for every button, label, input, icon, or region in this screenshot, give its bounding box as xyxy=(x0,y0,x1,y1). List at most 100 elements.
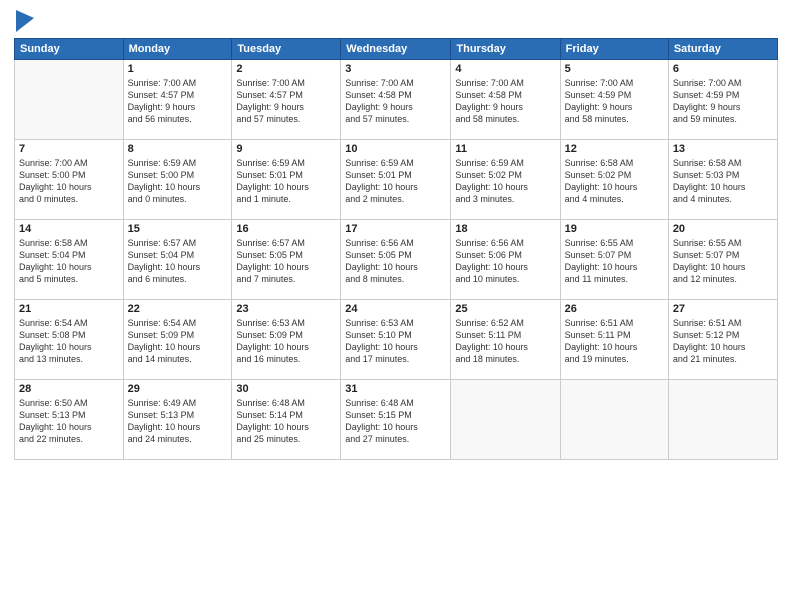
calendar-header-row: SundayMondayTuesdayWednesdayThursdayFrid… xyxy=(15,39,778,60)
calendar-cell: 7 Sunrise: 7:00 AM Sunset: 5:00 PM Daylig… xyxy=(15,140,124,220)
calendar-cell: 10Sunrise: 6:59 AM Sunset: 5:01 PM Dayli… xyxy=(341,140,451,220)
logo-icon xyxy=(16,10,34,32)
day-number: 22 xyxy=(128,303,228,315)
day-info: Sunrise: 6:49 AM Sunset: 5:13 PM Dayligh… xyxy=(128,397,228,446)
calendar-cell: 31Sunrise: 6:48 AM Sunset: 5:15 PM Dayli… xyxy=(341,380,451,460)
calendar-week-row: 21Sunrise: 6:54 AM Sunset: 5:08 PM Dayli… xyxy=(15,300,778,380)
day-info: Sunrise: 7:00 AM Sunset: 5:00 PM Dayligh… xyxy=(19,157,119,206)
day-info: Sunrise: 6:50 AM Sunset: 5:13 PM Dayligh… xyxy=(19,397,119,446)
day-number: 16 xyxy=(236,223,336,235)
day-number: 27 xyxy=(673,303,773,315)
day-info: Sunrise: 6:58 AM Sunset: 5:04 PM Dayligh… xyxy=(19,237,119,286)
logo xyxy=(14,10,34,32)
calendar-cell: 2 Sunrise: 7:00 AM Sunset: 4:57 PM Daylig… xyxy=(232,60,341,140)
calendar-cell: 8 Sunrise: 6:59 AM Sunset: 5:00 PM Daylig… xyxy=(123,140,232,220)
calendar-cell: 12 Sunrise: 6:58 AM Sunset: 5:02 PM Dayli… xyxy=(560,140,668,220)
day-info: Sunrise: 6:58 AM Sunset: 5:02 PM Dayligh… xyxy=(565,157,664,206)
calendar-cell: 24 Sunrise: 6:53 AM Sunset: 5:10 PM Dayli… xyxy=(341,300,451,380)
calendar-cell: 17 Sunrise: 6:56 AM Sunset: 5:05 PM Dayli… xyxy=(341,220,451,300)
day-info: Sunrise: 6:59 AM Sunset: 5:02 PM Dayligh… xyxy=(455,157,555,206)
day-number: 8 xyxy=(128,143,228,155)
day-info: Sunrise: 6:54 AM Sunset: 5:08 PM Dayligh… xyxy=(19,317,119,366)
day-number: 20 xyxy=(673,223,773,235)
day-number: 12 xyxy=(565,143,664,155)
calendar-header-monday: Monday xyxy=(123,39,232,60)
day-number: 18 xyxy=(455,223,555,235)
calendar-cell: 29 Sunrise: 6:49 AM Sunset: 5:13 PM Dayli… xyxy=(123,380,232,460)
calendar-week-row: 1 Sunrise: 7:00 AM Sunset: 4:57 PM Daylig… xyxy=(15,60,778,140)
day-number: 15 xyxy=(128,223,228,235)
day-number: 25 xyxy=(455,303,555,315)
day-number: 23 xyxy=(236,303,336,315)
calendar-cell: 3Sunrise: 7:00 AM Sunset: 4:58 PM Daylig… xyxy=(341,60,451,140)
day-number: 26 xyxy=(565,303,664,315)
day-info: Sunrise: 6:55 AM Sunset: 5:07 PM Dayligh… xyxy=(673,237,773,286)
day-number: 29 xyxy=(128,383,228,395)
day-info: Sunrise: 6:59 AM Sunset: 5:00 PM Dayligh… xyxy=(128,157,228,206)
day-number: 2 xyxy=(236,63,336,75)
day-number: 24 xyxy=(345,303,446,315)
day-number: 28 xyxy=(19,383,119,395)
day-info: Sunrise: 6:51 AM Sunset: 5:11 PM Dayligh… xyxy=(565,317,664,366)
calendar-cell: 28 Sunrise: 6:50 AM Sunset: 5:13 PM Dayli… xyxy=(15,380,124,460)
calendar-cell: 20 Sunrise: 6:55 AM Sunset: 5:07 PM Dayli… xyxy=(668,220,777,300)
day-info: Sunrise: 6:52 AM Sunset: 5:11 PM Dayligh… xyxy=(455,317,555,366)
day-number: 14 xyxy=(19,223,119,235)
calendar-cell: 11Sunrise: 6:59 AM Sunset: 5:02 PM Dayli… xyxy=(451,140,560,220)
calendar-cell: 19Sunrise: 6:55 AM Sunset: 5:07 PM Dayli… xyxy=(560,220,668,300)
calendar-cell xyxy=(451,380,560,460)
day-info: Sunrise: 7:00 AM Sunset: 4:57 PM Dayligh… xyxy=(236,77,336,126)
day-number: 30 xyxy=(236,383,336,395)
calendar-cell: 6 Sunrise: 7:00 AM Sunset: 4:59 PM Daylig… xyxy=(668,60,777,140)
day-info: Sunrise: 6:59 AM Sunset: 5:01 PM Dayligh… xyxy=(345,157,446,206)
day-info: Sunrise: 7:00 AM Sunset: 4:59 PM Dayligh… xyxy=(565,77,664,126)
day-info: Sunrise: 6:57 AM Sunset: 5:05 PM Dayligh… xyxy=(236,237,336,286)
calendar-cell: 27 Sunrise: 6:51 AM Sunset: 5:12 PM Dayli… xyxy=(668,300,777,380)
calendar-week-row: 7 Sunrise: 7:00 AM Sunset: 5:00 PM Daylig… xyxy=(15,140,778,220)
day-number: 4 xyxy=(455,63,555,75)
calendar-cell: 13 Sunrise: 6:58 AM Sunset: 5:03 PM Dayli… xyxy=(668,140,777,220)
day-number: 13 xyxy=(673,143,773,155)
calendar-cell: 26 Sunrise: 6:51 AM Sunset: 5:11 PM Dayli… xyxy=(560,300,668,380)
day-number: 7 xyxy=(19,143,119,155)
calendar-cell: 21Sunrise: 6:54 AM Sunset: 5:08 PM Dayli… xyxy=(15,300,124,380)
day-number: 6 xyxy=(673,63,773,75)
day-number: 3 xyxy=(345,63,446,75)
day-info: Sunrise: 6:57 AM Sunset: 5:04 PM Dayligh… xyxy=(128,237,228,286)
calendar-table: SundayMondayTuesdayWednesdayThursdayFrid… xyxy=(14,38,778,460)
calendar-header-tuesday: Tuesday xyxy=(232,39,341,60)
calendar-week-row: 28 Sunrise: 6:50 AM Sunset: 5:13 PM Dayli… xyxy=(15,380,778,460)
calendar-cell: 30 Sunrise: 6:48 AM Sunset: 5:14 PM Dayli… xyxy=(232,380,341,460)
calendar-week-row: 14 Sunrise: 6:58 AM Sunset: 5:04 PM Dayli… xyxy=(15,220,778,300)
calendar-cell: 4 Sunrise: 7:00 AM Sunset: 4:58 PM Daylig… xyxy=(451,60,560,140)
calendar-header-friday: Friday xyxy=(560,39,668,60)
day-info: Sunrise: 6:54 AM Sunset: 5:09 PM Dayligh… xyxy=(128,317,228,366)
calendar-cell xyxy=(668,380,777,460)
day-info: Sunrise: 6:58 AM Sunset: 5:03 PM Dayligh… xyxy=(673,157,773,206)
day-info: Sunrise: 6:56 AM Sunset: 5:05 PM Dayligh… xyxy=(345,237,446,286)
day-number: 1 xyxy=(128,63,228,75)
page: SundayMondayTuesdayWednesdayThursdayFrid… xyxy=(0,0,792,612)
day-info: Sunrise: 6:53 AM Sunset: 5:10 PM Dayligh… xyxy=(345,317,446,366)
calendar-cell: 15 Sunrise: 6:57 AM Sunset: 5:04 PM Dayli… xyxy=(123,220,232,300)
day-info: Sunrise: 6:48 AM Sunset: 5:14 PM Dayligh… xyxy=(236,397,336,446)
day-number: 9 xyxy=(236,143,336,155)
day-number: 19 xyxy=(565,223,664,235)
day-info: Sunrise: 6:53 AM Sunset: 5:09 PM Dayligh… xyxy=(236,317,336,366)
calendar-header-saturday: Saturday xyxy=(668,39,777,60)
header xyxy=(14,10,778,32)
calendar-cell: 14 Sunrise: 6:58 AM Sunset: 5:04 PM Dayli… xyxy=(15,220,124,300)
calendar-cell xyxy=(15,60,124,140)
calendar-cell: 23 Sunrise: 6:53 AM Sunset: 5:09 PM Dayli… xyxy=(232,300,341,380)
calendar-header-wednesday: Wednesday xyxy=(341,39,451,60)
calendar-cell: 25 Sunrise: 6:52 AM Sunset: 5:11 PM Dayli… xyxy=(451,300,560,380)
day-info: Sunrise: 6:59 AM Sunset: 5:01 PM Dayligh… xyxy=(236,157,336,206)
calendar-cell: 9 Sunrise: 6:59 AM Sunset: 5:01 PM Daylig… xyxy=(232,140,341,220)
day-info: Sunrise: 6:51 AM Sunset: 5:12 PM Dayligh… xyxy=(673,317,773,366)
day-info: Sunrise: 7:00 AM Sunset: 4:57 PM Dayligh… xyxy=(128,77,228,126)
day-info: Sunrise: 7:00 AM Sunset: 4:58 PM Dayligh… xyxy=(455,77,555,126)
day-number: 17 xyxy=(345,223,446,235)
day-info: Sunrise: 7:00 AM Sunset: 4:59 PM Dayligh… xyxy=(673,77,773,126)
calendar-cell: 18Sunrise: 6:56 AM Sunset: 5:06 PM Dayli… xyxy=(451,220,560,300)
calendar-header-sunday: Sunday xyxy=(15,39,124,60)
